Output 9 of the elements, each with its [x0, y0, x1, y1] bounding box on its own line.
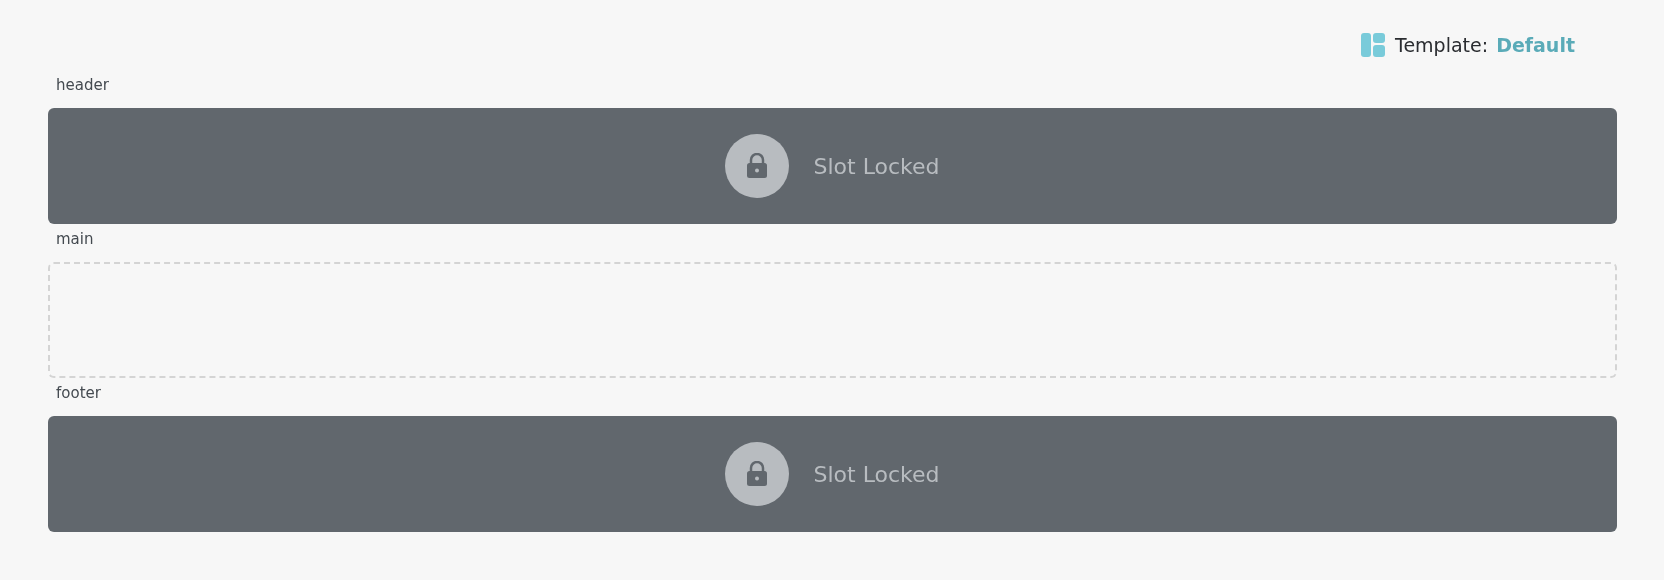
slot-locked-text: Slot Locked	[813, 153, 940, 179]
slot-label: header	[56, 75, 109, 96]
slot-label: footer	[56, 383, 101, 404]
slot-label: main	[56, 229, 94, 250]
template-label: Template:	[1395, 34, 1489, 56]
empty-slot[interactable]	[48, 262, 1617, 378]
layout-icon	[1361, 33, 1385, 57]
slot-locked-text: Slot Locked	[813, 461, 940, 487]
template-name[interactable]: Default	[1496, 34, 1575, 56]
